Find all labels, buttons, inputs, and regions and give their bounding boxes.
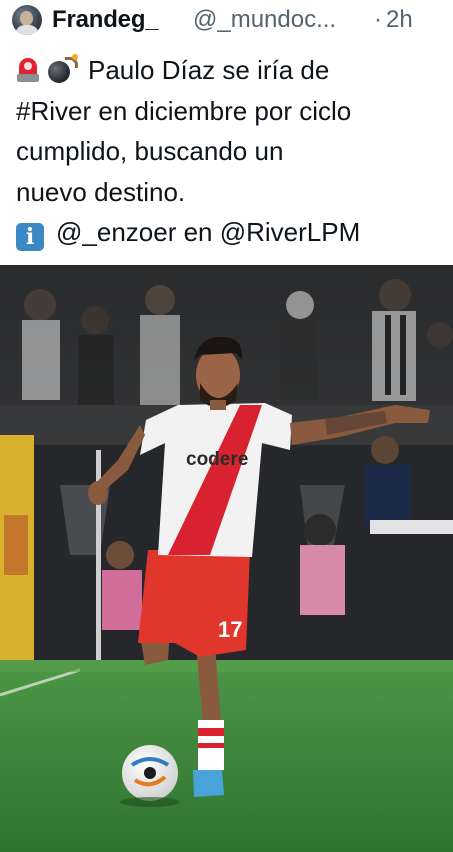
user-handle[interactable]: @_mundoc... — [193, 6, 336, 34]
tweet-header: Frandeg_ @_mundoc... · 2h — [0, 0, 453, 44]
source-account-link[interactable]: @RiverLPM — [220, 217, 361, 247]
tweet-text-line: Paulo Díaz se iría de — [88, 55, 330, 85]
tweet-text: Paulo Díaz se iría de #River en diciembr… — [16, 50, 446, 253]
tweet-line-5: i @_enzoer en @RiverLPM — [16, 212, 446, 253]
separator-dot: · — [374, 6, 382, 33]
source-prefix: @_enzoer en — [56, 217, 220, 247]
bomb-icon — [48, 54, 78, 83]
tweet-photo[interactable]: 17 codere — [0, 265, 453, 852]
tweet-line-2: #River en diciembre por ciclo — [16, 91, 446, 132]
hashtag-text-line: #River en diciembre por ciclo — [16, 95, 352, 126]
info-icon: i — [16, 223, 44, 251]
shorts-number: 17 — [218, 617, 242, 642]
tweet-text-line: cumplido, buscando un — [16, 136, 284, 166]
jersey-sponsor: codere — [186, 449, 248, 470]
avatar-face — [20, 11, 33, 26]
tweet-line-4: nuevo destino. — [16, 172, 446, 213]
display-name[interactable]: Frandeg_ — [52, 6, 159, 34]
tweet-line-3: cumplido, buscando un — [16, 131, 446, 172]
avatar-shirt — [15, 25, 39, 35]
tweet-line-1: Paulo Díaz se iría de — [16, 50, 446, 91]
avatar[interactable] — [12, 5, 42, 35]
timestamp[interactable]: 2h — [386, 6, 413, 34]
tweet-text-line: nuevo destino. — [16, 176, 186, 207]
rotating-light-icon — [16, 56, 40, 82]
